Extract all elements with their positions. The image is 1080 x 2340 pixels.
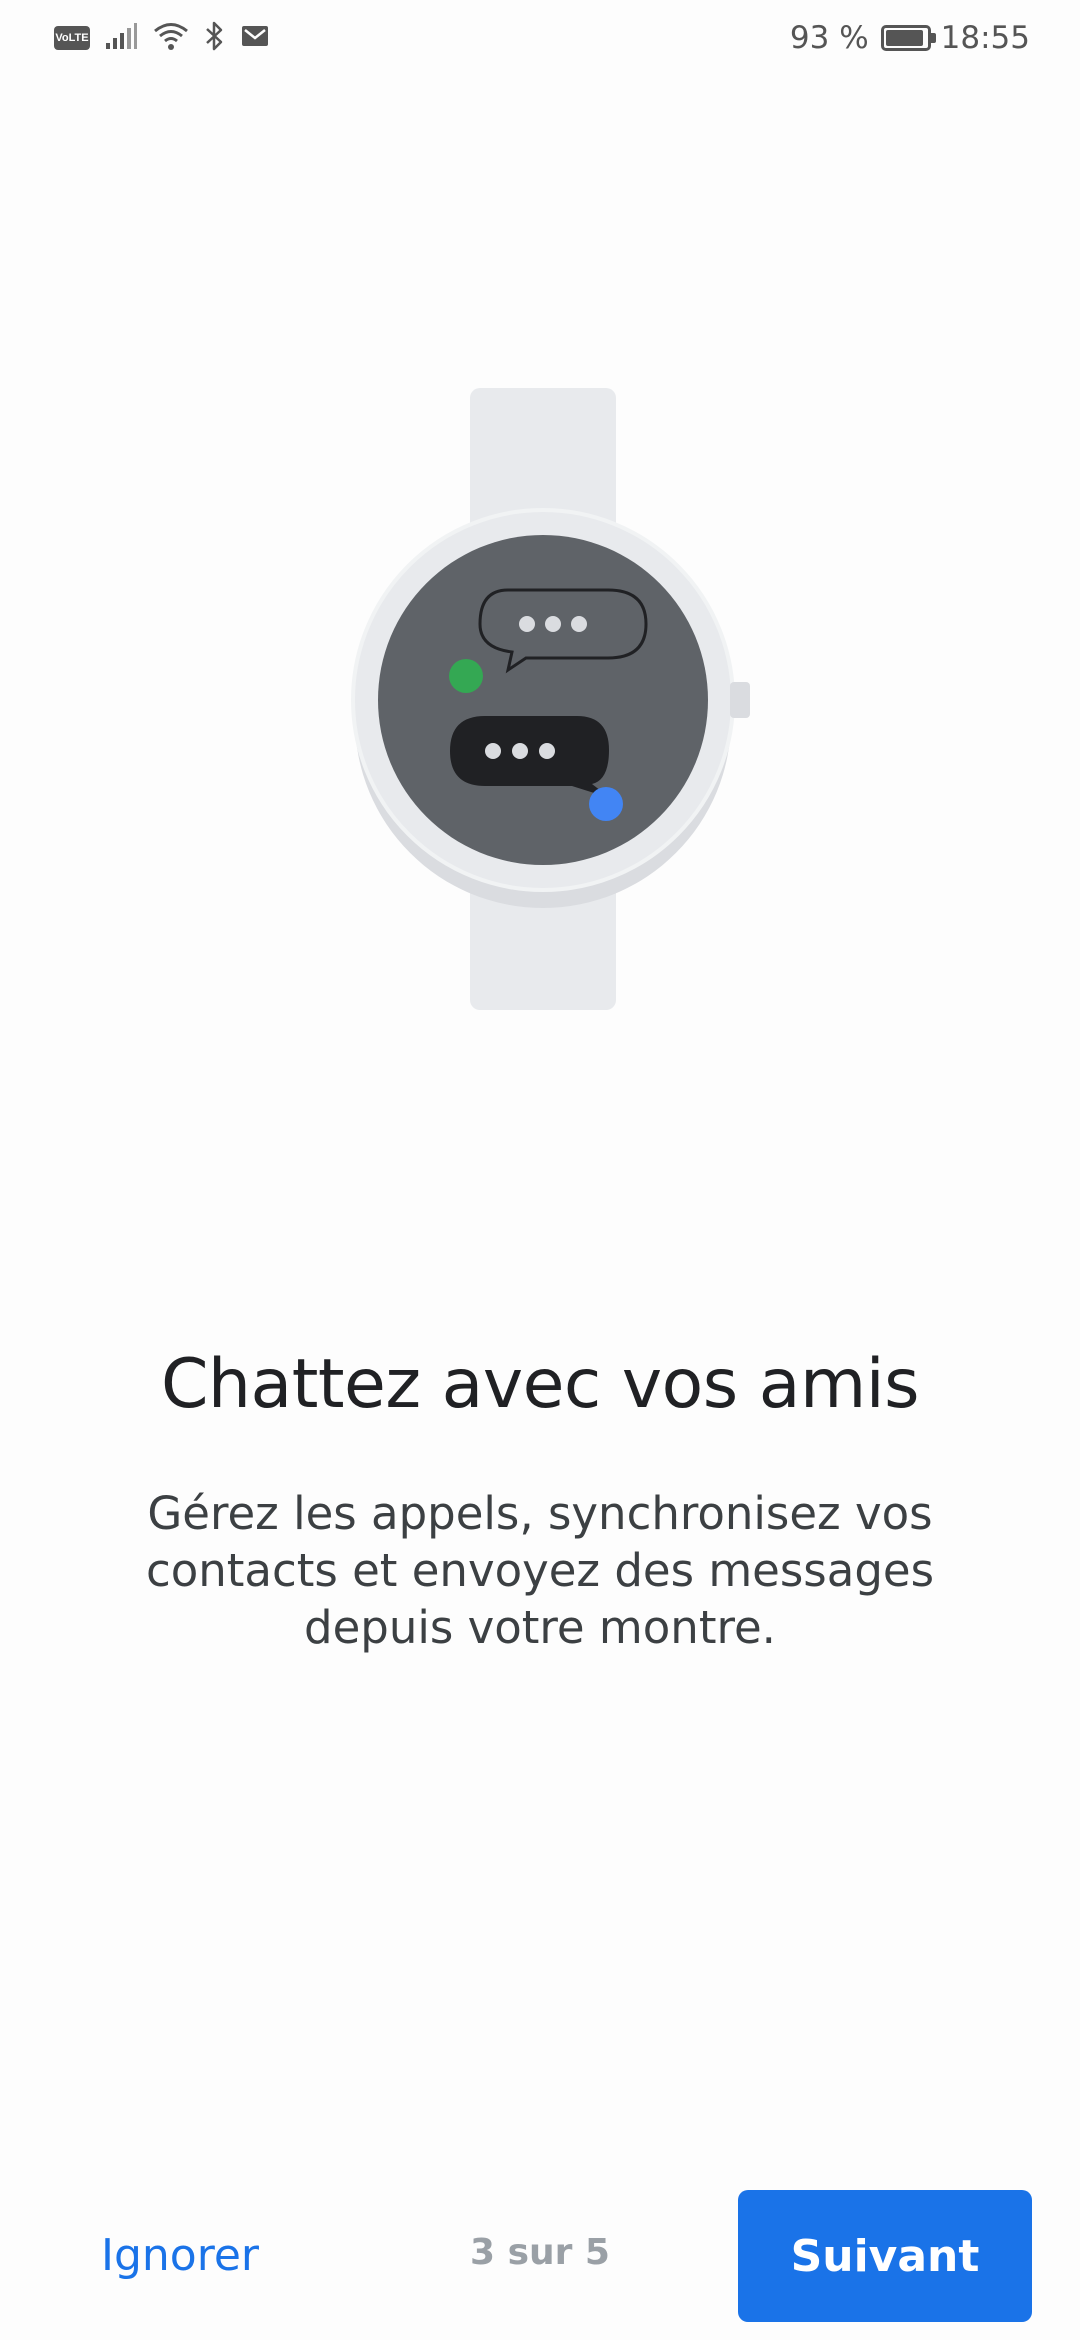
volte-icon: VoLTE xyxy=(54,26,90,50)
step-indicator: 3 sur 5 xyxy=(470,2232,610,2273)
battery-percentage: 93 % xyxy=(789,20,869,56)
page-description: Gérez les appels, synchronisez vos conta… xyxy=(145,1487,935,1654)
smartwatch-illustration xyxy=(351,388,750,1010)
watch-dial xyxy=(378,535,708,865)
signal-icon xyxy=(104,21,138,56)
skip-button[interactable]: Ignorer xyxy=(70,2195,290,2315)
clock: 18:55 xyxy=(940,20,1030,56)
status-bar: VoLTE 93 % 18:55 xyxy=(0,0,1080,76)
status-icons-left: VoLTE xyxy=(54,20,284,56)
contact-avatar-green xyxy=(449,659,483,693)
page-title: Chattez avec vos amis xyxy=(160,1345,920,1424)
next-button[interactable]: Suivant xyxy=(738,2190,1032,2322)
mail-icon xyxy=(240,23,270,54)
battery-icon xyxy=(880,25,936,51)
wifi-icon xyxy=(152,21,190,56)
contact-avatar-blue xyxy=(589,787,623,821)
watch-crown xyxy=(730,682,750,718)
bluetooth-icon xyxy=(204,20,226,57)
status-icons-right: 93 % 18:55 xyxy=(790,16,1030,60)
watch-chat-illustration xyxy=(340,380,760,1020)
